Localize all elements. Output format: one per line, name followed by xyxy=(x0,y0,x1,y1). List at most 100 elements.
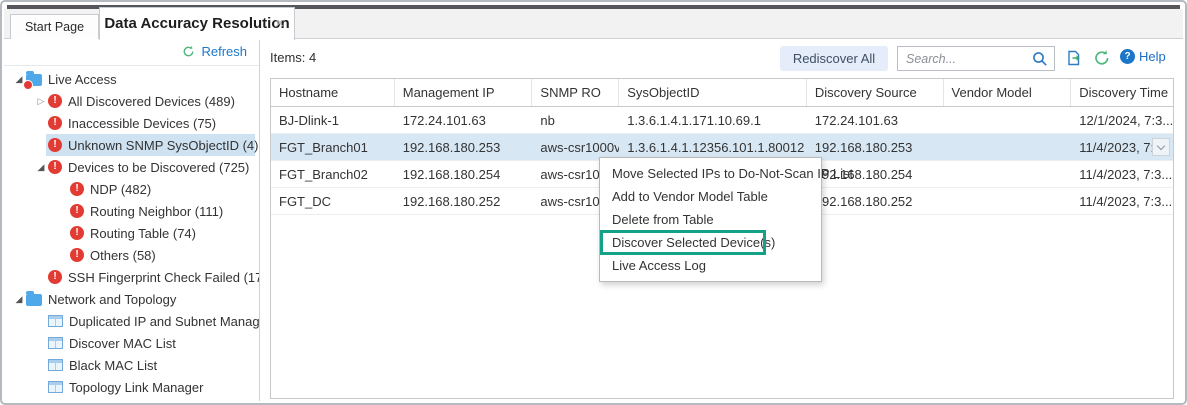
tree-item[interactable]: ◢Live Access xyxy=(4,68,259,90)
alert-icon xyxy=(48,138,62,152)
context-menu-item-label: Delete from Table xyxy=(612,212,714,227)
table-cell xyxy=(944,134,1072,160)
tree-item-label: Duplicated IP and Subnet Manag... xyxy=(69,314,260,329)
context-menu-item-label: Discover Selected Device(s) xyxy=(612,235,775,250)
tree-item[interactable]: Others (58) xyxy=(4,244,259,266)
row-dropdown-button[interactable] xyxy=(1152,138,1170,156)
table-cell: 1.3.6.1.4.1.171.10.69.1 xyxy=(619,107,807,133)
table-cell: 11/4/2023, 7:3... xyxy=(1071,161,1173,187)
expand-collapse-icon[interactable]: ▷ xyxy=(34,96,48,107)
column-header[interactable]: SysObjectID xyxy=(619,79,807,106)
tree-item-label: Unknown SNMP SysObjectID (4) xyxy=(68,138,259,153)
context-menu-item[interactable]: Move Selected IPs to Do-Not-Scan IP List xyxy=(600,162,821,185)
table-cell: 192.168.180.253 xyxy=(395,134,533,160)
table-cell xyxy=(944,107,1072,133)
table-cell: 192.168.180.252 xyxy=(395,188,533,214)
refresh-table-icon[interactable] xyxy=(1093,49,1111,67)
table-cell: BJ-Dlink-1 xyxy=(271,107,395,133)
tree-item-label: Routing Table (74) xyxy=(90,226,196,241)
export-icon[interactable] xyxy=(1065,49,1083,67)
sidebar-refresh-row: Refresh xyxy=(4,39,259,66)
help-icon xyxy=(1120,49,1135,64)
column-header[interactable]: Hostname xyxy=(271,79,395,106)
table-cell: 12/1/2024, 7:3... xyxy=(1071,107,1173,133)
tree-item[interactable]: Black MAC List xyxy=(4,354,259,376)
table-cell: 192.168.180.254 xyxy=(395,161,533,187)
tree-item[interactable]: Unknown SNMP SysObjectID (4) xyxy=(4,134,259,156)
context-menu: Move Selected IPs to Do-Not-Scan IP List… xyxy=(599,157,822,282)
tree-item[interactable]: Inaccessible Devices (75) xyxy=(4,112,259,134)
column-header[interactable]: SNMP RO xyxy=(532,79,619,106)
tree-item-label: Network and Topology xyxy=(48,292,176,307)
column-header[interactable]: Discovery Time xyxy=(1071,79,1173,106)
table-cell xyxy=(944,161,1072,187)
content-area: Refresh ◢Live Access▷All Discovered Devi… xyxy=(4,39,1183,401)
rediscover-all-button[interactable]: Rediscover All xyxy=(780,46,888,71)
tree-item-label: All Discovered Devices (489) xyxy=(68,94,235,109)
sidebar: Refresh ◢Live Access▷All Discovered Devi… xyxy=(4,39,260,401)
context-menu-item-label: Move Selected IPs to Do-Not-Scan IP List xyxy=(612,166,853,181)
refresh-icon xyxy=(182,45,195,58)
column-header[interactable]: Discovery Source xyxy=(807,79,944,106)
table-row[interactable]: BJ-Dlink-1 172.24.101.63 nb1.3.6.1.4.1.171… xyxy=(271,107,1173,134)
alert-icon xyxy=(70,182,84,196)
navigation-tree: ◢Live Access▷All Discovered Devices (489… xyxy=(4,68,259,401)
help-button[interactable]: Help xyxy=(1120,49,1166,64)
tree-item[interactable]: Duplicated IP and Subnet Manag... xyxy=(4,310,259,332)
expand-collapse-icon[interactable]: ◢ xyxy=(34,162,48,173)
tree-item[interactable]: Routing Neighbor (111) xyxy=(4,200,259,222)
expand-collapse-icon[interactable]: ◢ xyxy=(12,294,26,305)
chevron-down-icon xyxy=(1157,142,1165,150)
tree-item[interactable]: ◢ Network and Topology xyxy=(4,288,259,310)
tree-item-label: Live Access xyxy=(48,72,117,87)
column-header[interactable]: Management IP xyxy=(395,79,533,106)
tree-item-label: Topology Link Manager xyxy=(69,380,203,395)
tree-item[interactable]: SSH Fingerprint Check Failed (171) xyxy=(4,266,259,288)
tree-item[interactable]: ▷ All Discovered Devices (489) xyxy=(4,90,259,112)
table-icon xyxy=(48,381,63,393)
table-cell: 11/4/2023, 7:3... xyxy=(1071,188,1173,214)
folder-icon xyxy=(26,294,42,306)
table-cell: nb xyxy=(532,107,619,133)
context-menu-item[interactable]: Live Access Log xyxy=(600,254,821,277)
table-icon xyxy=(48,315,63,327)
tree-item[interactable]: Routing Table (74) xyxy=(4,222,259,244)
context-menu-item[interactable]: Add to Vendor Model Table xyxy=(600,185,821,208)
context-menu-item-label: Add to Vendor Model Table xyxy=(612,189,768,204)
search-icon[interactable] xyxy=(1031,50,1049,68)
table-icon xyxy=(48,359,63,371)
context-menu-item-label: Live Access Log xyxy=(612,258,706,273)
alert-icon xyxy=(70,204,84,218)
tree-item[interactable]: Cloud Manager (30) xyxy=(4,398,259,401)
context-menu-item[interactable]: Discover Selected Device(s) xyxy=(600,231,821,254)
column-header[interactable]: Vendor Model xyxy=(944,79,1072,106)
tab-data-accuracy-resolution[interactable]: Data Accuracy Resolution × xyxy=(99,7,295,40)
tab-bar: Start Page Data Accuracy Resolution × xyxy=(4,9,1183,39)
tree-item[interactable]: NDP (482) xyxy=(4,178,259,200)
alert-icon xyxy=(48,94,62,108)
table-cell: 192.168.180.253 xyxy=(807,134,944,160)
table-cell: FGT_DC xyxy=(271,188,395,214)
tree-item-label: NDP (482) xyxy=(90,182,151,197)
app-window: Start Page Data Accuracy Resolution × Re… xyxy=(0,0,1187,405)
tab-start-page[interactable]: Start Page xyxy=(10,14,99,39)
tree-item[interactable]: ◢ Devices to be Discovered (725) xyxy=(4,156,259,178)
table-cell: FGT_Branch02 xyxy=(271,161,395,187)
alert-icon xyxy=(48,116,62,130)
table-icon xyxy=(48,337,63,349)
tree-item[interactable]: Discover MAC List xyxy=(4,332,259,354)
table-cell: 172.24.101.63 xyxy=(807,107,944,133)
tree-item-label: SSH Fingerprint Check Failed (171) xyxy=(68,270,260,285)
refresh-button[interactable]: Refresh xyxy=(182,44,247,59)
tree-item-label: Others (58) xyxy=(90,248,156,263)
close-icon[interactable]: × xyxy=(275,8,284,39)
tree-item[interactable]: Topology Link Manager xyxy=(4,376,259,398)
folder-icon xyxy=(26,74,42,86)
main-panel: Items: 4 Rediscover All Help xyxy=(260,39,1183,401)
table-cell: 192.168.180.252 xyxy=(807,188,944,214)
search-input[interactable] xyxy=(898,52,1031,66)
tree-item-label: Routing Neighbor (111) xyxy=(90,204,223,219)
tree-item-label: Devices to be Discovered (725) xyxy=(68,160,249,175)
context-menu-item[interactable]: Delete from Table xyxy=(600,208,821,231)
items-count-label: Items: 4 xyxy=(270,50,316,65)
